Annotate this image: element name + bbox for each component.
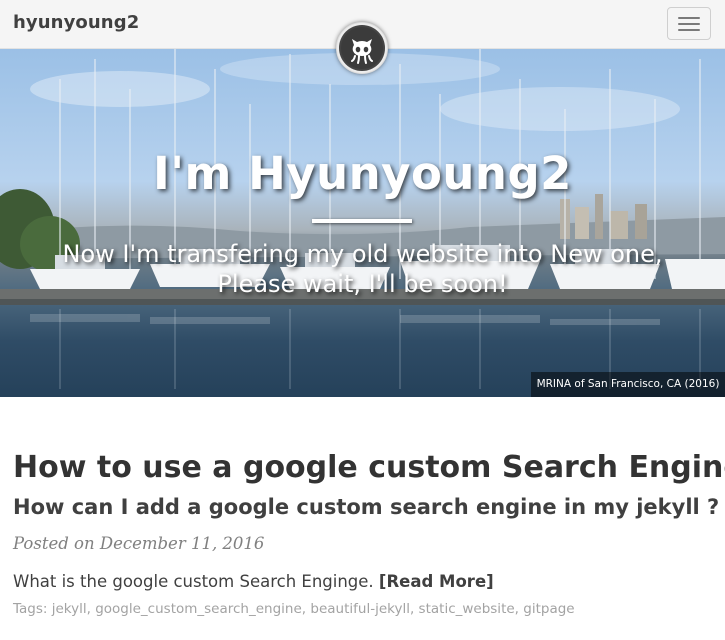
post-title-link[interactable]: How to use a google custom Search Engine xyxy=(13,450,725,485)
tag-link[interactable]: gitpage xyxy=(523,601,574,617)
hero-subtitle-line: Please wait, I'll be soon! xyxy=(217,270,508,298)
post-subtitle: How can I add a google custom search eng… xyxy=(13,495,720,519)
post-excerpt: What is the google custom Search Enginge… xyxy=(13,572,494,591)
octocat-icon xyxy=(339,25,385,71)
tag-link[interactable]: jekyll xyxy=(52,601,87,617)
hero-subtitle: Now I'm transfering my old website into … xyxy=(0,239,725,299)
hero-title: I'm Hyunyoung2 xyxy=(153,147,572,200)
post-tags: Tags: jekyll, google_custom_search_engin… xyxy=(13,601,575,617)
image-caption: MRINA of San Francisco, CA (2016) xyxy=(531,372,725,397)
hero-subtitle-line: Now I'm transfering my old website into … xyxy=(62,240,663,268)
tag-link[interactable]: static_website xyxy=(419,601,515,617)
navbar-toggle-button[interactable] xyxy=(667,7,711,40)
tag-link[interactable]: google_custom_search_engine xyxy=(95,601,302,617)
avatar[interactable] xyxy=(336,22,388,74)
brand-link[interactable]: hyunyoung2 xyxy=(13,12,139,33)
post-meta: Posted on December 11, 2016 xyxy=(13,534,265,553)
hero-divider xyxy=(312,219,412,223)
tags-label: Tags: xyxy=(13,601,48,617)
marina-photo xyxy=(0,49,725,389)
hero-banner: I'm Hyunyoung2 Now I'm transfering my ol… xyxy=(0,49,725,397)
post-excerpt-text: What is the google custom Search Enginge… xyxy=(13,572,374,591)
read-more-link[interactable]: [Read More] xyxy=(379,572,494,591)
tag-link[interactable]: beautiful-jekyll xyxy=(310,601,410,617)
